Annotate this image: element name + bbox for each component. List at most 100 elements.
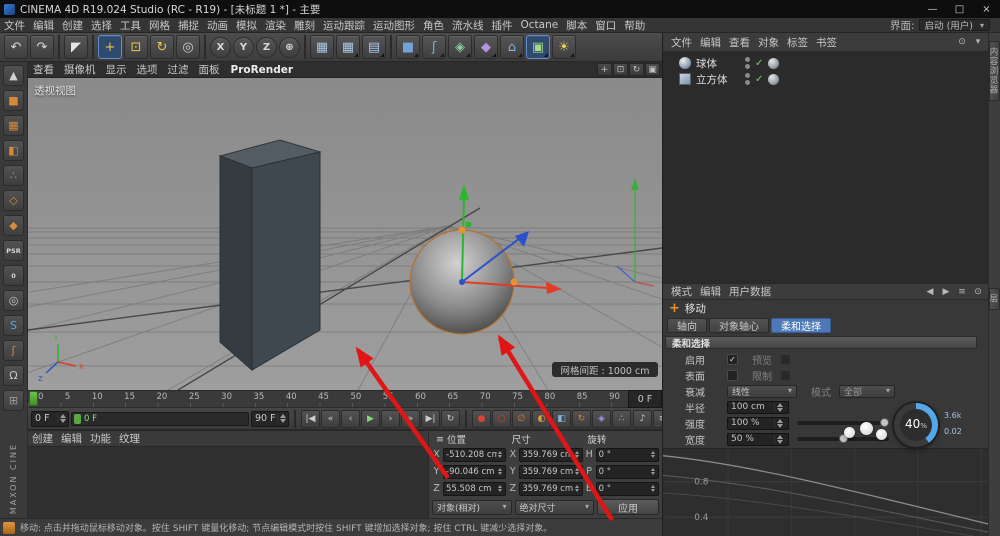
menu-item[interactable]: 流水线 <box>448 18 488 33</box>
falloff-dropdown[interactable]: 线性 <box>727 385 797 398</box>
attribute-menu-item[interactable]: 模式 <box>667 284 696 299</box>
menu-item[interactable]: 创建 <box>58 18 87 33</box>
om-filter-icon[interactable]: ▾ <box>971 36 985 49</box>
viewport-menu-item[interactable]: 面板 <box>194 62 225 77</box>
record-keyframe-icon[interactable]: ● <box>472 410 491 428</box>
scale-icon[interactable]: ⊡ <box>124 35 148 59</box>
radius-input[interactable]: 100 cm <box>727 401 789 414</box>
object-manager-menu-item[interactable]: 书签 <box>812 35 841 50</box>
am-history-icon[interactable]: ≡ <box>955 285 969 298</box>
viewport-canvas[interactable]: Y X Z <box>28 78 662 390</box>
menu-item[interactable]: 文件 <box>0 18 29 33</box>
menu-item[interactable]: 运动图形 <box>369 18 419 33</box>
convert-editable-icon[interactable]: ▲ <box>3 65 24 86</box>
material-menu-item[interactable]: 创建 <box>28 431 57 446</box>
menu-item[interactable]: 帮助 <box>620 18 649 33</box>
goto-end-icon[interactable]: ▶| <box>421 410 440 428</box>
menu-item[interactable]: 模拟 <box>232 18 261 33</box>
blue-s-icon[interactable]: S <box>3 315 24 336</box>
sound-icon[interactable]: ♪ <box>633 410 652 428</box>
next-key-icon[interactable]: » <box>401 410 420 428</box>
view-label[interactable]: 透视视图 <box>34 83 76 98</box>
range-marker[interactable] <box>74 414 81 424</box>
restrict-checkbox[interactable] <box>780 370 791 381</box>
phong-tag-icon[interactable] <box>768 74 779 85</box>
current-frame-box[interactable]: 0 F <box>628 390 662 408</box>
record-rotation-icon[interactable]: ↻ <box>572 410 591 428</box>
viewport-menu-item[interactable]: 显示 <box>101 62 132 77</box>
environment-icon[interactable]: ⌂ <box>500 35 524 59</box>
goto-start-icon[interactable]: |◀ <box>301 410 320 428</box>
texture-mode-icon[interactable]: ▦ <box>3 115 24 136</box>
object-name[interactable]: 球体 <box>696 56 740 71</box>
menu-item[interactable]: 运动跟踪 <box>319 18 369 33</box>
redo-icon[interactable]: ↷ <box>30 35 54 59</box>
enabled-check-icon[interactable] <box>755 58 763 69</box>
menu-item[interactable]: 动画 <box>203 18 232 33</box>
menu-item[interactable]: 渲染 <box>261 18 290 33</box>
viewport-menu-item[interactable]: 查看 <box>28 62 59 77</box>
prorender-menu[interactable]: ProRender <box>225 64 300 76</box>
size-input[interactable]: 359.769 cm <box>519 465 582 479</box>
menu-item[interactable]: 编辑 <box>29 18 58 33</box>
move-icon[interactable]: + <box>98 35 122 59</box>
spline-pen-icon[interactable]: ʃ <box>422 35 446 59</box>
start-frame-input[interactable]: 0 F <box>31 411 69 427</box>
record-position-icon[interactable]: ◐ <box>532 410 551 428</box>
material-manager[interactable]: 创建编辑功能纹理 <box>28 430 428 518</box>
material-menu-item[interactable]: 纹理 <box>115 431 144 446</box>
toolbar-separator[interactable] <box>204 35 206 59</box>
viewport-menu-item[interactable]: 选项 <box>132 62 163 77</box>
light-icon[interactable]: ☀ <box>552 35 576 59</box>
toolbar-separator[interactable] <box>92 35 94 59</box>
attribute-tab[interactable]: 柔和选择 <box>771 318 831 333</box>
toolbar-separator[interactable] <box>58 35 60 59</box>
attribute-menu-item[interactable]: 用户数据 <box>725 284 775 299</box>
polygons-mode-icon[interactable]: ◆ <box>3 215 24 236</box>
prev-key-icon[interactable]: « <box>321 410 340 428</box>
attribute-tab[interactable]: 对象轴心 <box>709 318 769 333</box>
lock-y-icon[interactable]: Y <box>233 37 254 58</box>
loop-icon[interactable]: ↻ <box>441 410 460 428</box>
object-manager-menu-item[interactable]: 文件 <box>667 35 696 50</box>
psr-lock-button[interactable]: PSR <box>3 240 24 261</box>
menu-item[interactable]: 窗口 <box>591 18 620 33</box>
strength-input[interactable]: 100 % <box>727 417 789 430</box>
position-input[interactable]: -90.046 cm <box>443 465 506 479</box>
timeline-range-slider[interactable]: 0 F <box>71 412 249 426</box>
coord-system-icon[interactable]: ⊕ <box>279 37 300 58</box>
width-input[interactable]: 50 % <box>727 433 789 446</box>
section-header[interactable]: 柔和选择 <box>665 336 977 349</box>
object-manager-menu-item[interactable]: 查看 <box>725 35 754 50</box>
object-manager-menu-item[interactable]: 标签 <box>783 35 812 50</box>
model-mode-icon[interactable]: ■ <box>3 90 24 111</box>
next-frame-icon[interactable]: › <box>381 410 400 428</box>
generator-icon[interactable]: ◈ <box>448 35 472 59</box>
deformer-icon[interactable]: ◆ <box>474 35 498 59</box>
render-picture-viewer-icon[interactable]: ▦ <box>336 35 360 59</box>
workplane-mode-icon[interactable]: ◧ <box>3 140 24 161</box>
workplane-grid-icon[interactable]: ⊞ <box>3 390 24 411</box>
width-slider[interactable] <box>797 437 889 441</box>
close-button[interactable]: × <box>973 0 1000 18</box>
position-input[interactable]: 55.508 cm <box>443 482 506 496</box>
undo-icon[interactable]: ↶ <box>4 35 28 59</box>
points-mode-icon[interactable]: ∴ <box>3 165 24 186</box>
zoom-view-icon[interactable]: ⊡ <box>613 63 628 76</box>
rotation-input[interactable]: 0 ° <box>596 482 659 496</box>
menu-item[interactable]: 工具 <box>116 18 145 33</box>
menu-item[interactable]: 雕刻 <box>290 18 319 33</box>
enabled-check-icon[interactable] <box>755 74 763 85</box>
keyframe-selection-icon[interactable]: ∅ <box>512 410 531 428</box>
render-view-icon[interactable]: ▦ <box>310 35 334 59</box>
end-frame-input[interactable]: 90 F <box>251 411 289 427</box>
sculpt-pen-icon[interactable]: ʃ <box>3 340 24 361</box>
size-mode-dropdown[interactable]: 绝对尺寸 <box>515 500 595 515</box>
live-selection-icon[interactable]: ◤ <box>64 35 88 59</box>
cube-object[interactable] <box>220 140 320 370</box>
menu-item[interactable]: 选择 <box>87 18 116 33</box>
menu-item[interactable]: 插件 <box>488 18 517 33</box>
prev-frame-icon[interactable]: ‹ <box>341 410 360 428</box>
size-input[interactable]: 359.769 cm <box>519 482 582 496</box>
attribute-tab[interactable]: 轴向 <box>667 318 707 333</box>
